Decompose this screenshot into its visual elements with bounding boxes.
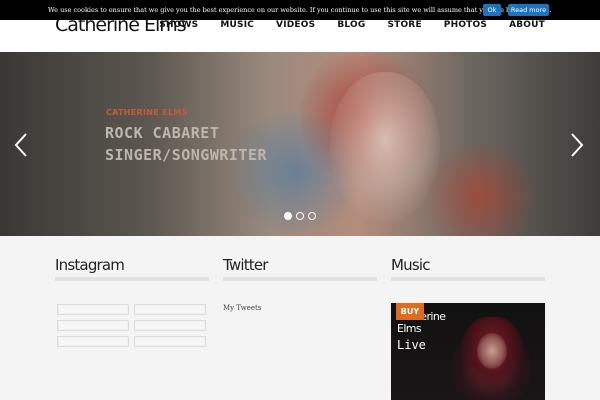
nav-music[interactable]: MUSIC [220, 20, 254, 30]
music-title: Music [391, 256, 430, 274]
slider-dot-3[interactable] [308, 212, 316, 220]
slider-next-button[interactable] [570, 132, 586, 160]
hero-image-portrait [330, 72, 440, 222]
slider-dot-2[interactable] [296, 212, 304, 220]
main-nav: SHOWS MUSIC VIDEOS BLOG STORE PHOTOS ABO… [137, 20, 545, 30]
hero-title: ROCK CABARET SINGER/SONGWRITER [105, 122, 345, 166]
chevron-left-icon [14, 133, 27, 157]
hero-title-line1: ROCK CABARET [105, 124, 220, 142]
music-divider [391, 277, 545, 281]
twitter-title: Twitter [223, 256, 268, 274]
album-title: Live [397, 338, 426, 352]
cookie-text: We use cookies to ensure that we give yo… [48, 6, 552, 14]
nav-blog[interactable]: BLOG [337, 20, 365, 30]
nav-about[interactable]: ABOUT [509, 20, 545, 30]
instagram-thumb[interactable] [57, 304, 129, 315]
cookie-bar: We use cookies to ensure that we give yo… [0, 0, 600, 20]
cookie-ok-button[interactable]: Ok [483, 4, 501, 16]
twitter-divider [223, 277, 377, 281]
slider-dot-1[interactable] [284, 212, 292, 220]
instagram-thumb[interactable] [134, 304, 206, 315]
hero-title-line2: SINGER/SONGWRITER [105, 146, 268, 164]
hero-subtitle: CATHERINE ELMS [106, 108, 188, 117]
buy-button[interactable]: BUY [396, 303, 424, 320]
instagram-thumb[interactable] [134, 336, 206, 347]
album-cover-art [477, 333, 507, 369]
nav-photos[interactable]: PHOTOS [444, 20, 487, 30]
instagram-divider [55, 277, 209, 281]
instagram-title: Instagram [55, 256, 125, 274]
nav-shows[interactable]: SHOWS [159, 20, 198, 30]
nav-videos[interactable]: VIDEOS [276, 20, 315, 30]
chevron-right-icon [571, 133, 584, 157]
slider-dots [284, 212, 316, 220]
nav-store[interactable]: STORE [387, 20, 421, 30]
slider-prev-button[interactable] [14, 132, 30, 160]
instagram-thumb[interactable] [134, 320, 206, 331]
my-tweets-link[interactable]: My Tweets [223, 304, 261, 312]
instagram-thumb[interactable] [57, 320, 129, 331]
instagram-thumb[interactable] [57, 336, 129, 347]
cookie-read-more-button[interactable]: Read more [508, 4, 549, 16]
hero-slider: CATHERINE ELMS ROCK CABARET SINGER/SONGW… [0, 52, 600, 236]
